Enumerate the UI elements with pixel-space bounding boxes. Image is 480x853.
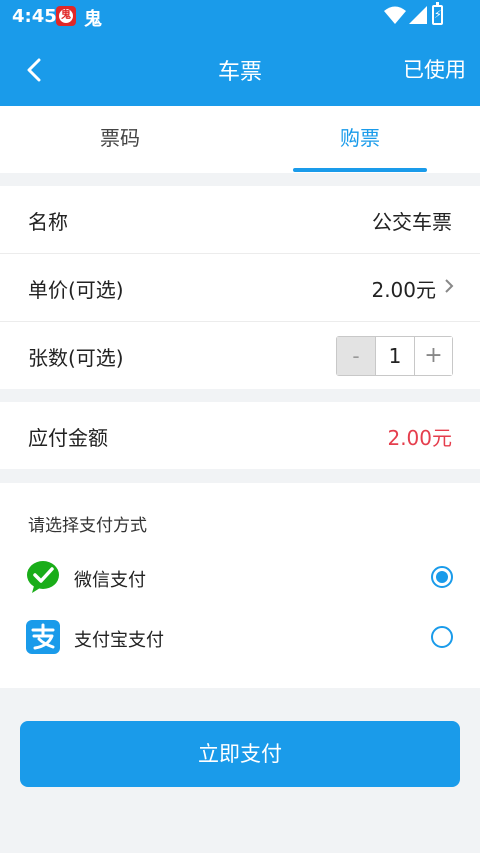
tab-buy-ticket[interactable]: 购票 bbox=[240, 106, 480, 173]
tab-bar: 票码 购票 bbox=[0, 106, 480, 173]
quantity-label: 张数(可选) bbox=[28, 346, 124, 370]
payment-method-section: 请选择支付方式 微信支付 支付宝支付 bbox=[0, 483, 480, 688]
amount-label: 应付金额 bbox=[28, 426, 108, 450]
active-tab-indicator bbox=[293, 168, 427, 172]
wifi-icon bbox=[384, 6, 406, 28]
amount-row: 应付金额 2.00元 bbox=[0, 402, 480, 470]
status-time: 4:45 bbox=[12, 6, 57, 27]
quantity-stepper: - 1 + bbox=[336, 336, 453, 376]
ticket-details: 名称 公交车票 单价(可选) 2.00元 张数(可选) - 1 + bbox=[0, 186, 480, 389]
payment-method-title: 请选择支付方式 bbox=[28, 516, 147, 536]
amount-value: 2.00元 bbox=[387, 426, 452, 450]
alipay-label: 支付宝支付 bbox=[74, 630, 164, 651]
notification-app-icon: 鬼 bbox=[56, 6, 76, 26]
name-value: 公交车票 bbox=[372, 210, 452, 234]
decrease-button[interactable]: - bbox=[337, 337, 376, 375]
unit-price-row[interactable]: 单价(可选) 2.00元 bbox=[0, 254, 480, 322]
name-row: 名称 公交车票 bbox=[0, 186, 480, 254]
name-label: 名称 bbox=[28, 210, 68, 234]
quantity-row: 张数(可选) - 1 + bbox=[0, 322, 480, 390]
alipay-radio[interactable] bbox=[431, 626, 453, 648]
alipay-icon bbox=[26, 620, 60, 654]
pay-now-button[interactable]: 立即支付 bbox=[20, 721, 460, 787]
increase-button[interactable]: + bbox=[415, 337, 452, 375]
unit-price-value: 2.00元 bbox=[371, 278, 436, 302]
status-bar: 4:45 鬼 鬼 ⚡ bbox=[0, 0, 480, 34]
signal-icon bbox=[409, 6, 427, 28]
quantity-value[interactable]: 1 bbox=[376, 337, 415, 375]
unit-price-label: 单价(可选) bbox=[28, 278, 124, 302]
wechat-pay-label: 微信支付 bbox=[74, 570, 146, 591]
notification-app-icon-2: 鬼 bbox=[84, 9, 102, 30]
app-bar: 车票 已使用 bbox=[0, 34, 480, 106]
chevron-right-icon bbox=[445, 279, 454, 293]
amount-section: 应付金额 2.00元 bbox=[0, 402, 480, 469]
wechat-pay-icon bbox=[27, 561, 59, 593]
tab-ticket-code[interactable]: 票码 bbox=[0, 106, 240, 173]
used-tickets-button[interactable]: 已使用 bbox=[403, 54, 466, 84]
wechat-pay-radio[interactable] bbox=[431, 566, 453, 588]
payment-option-wechat[interactable]: 微信支付 bbox=[0, 548, 480, 608]
payment-option-alipay[interactable]: 支付宝支付 bbox=[0, 608, 480, 668]
battery-icon: ⚡ bbox=[432, 2, 443, 25]
